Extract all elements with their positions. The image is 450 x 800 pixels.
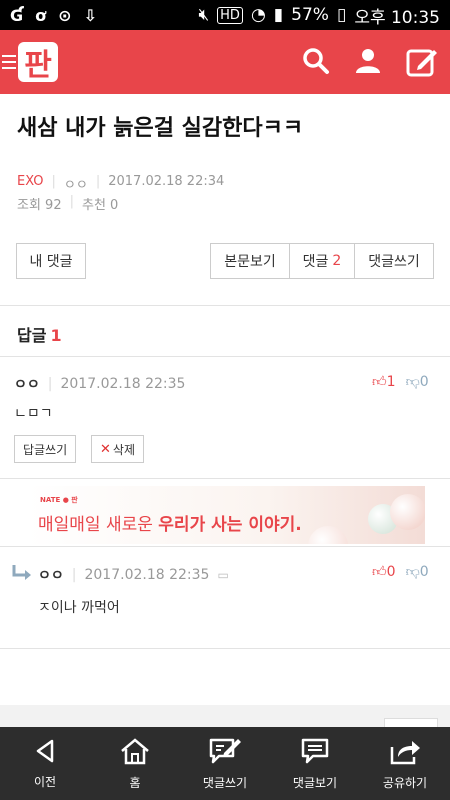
status-bar: Ɠ ơ ⊙ ⇩ 🔇︎ HD ◔ ▮ 57% ▯ 오후 10:35: [0, 0, 450, 30]
battery-icon: ▯: [336, 5, 347, 25]
comment-author: ㅇㅇ: [14, 377, 40, 393]
clock: 오후 10:35: [354, 7, 440, 28]
divider: |: [47, 376, 53, 392]
nav-home[interactable]: 홈: [90, 727, 180, 800]
divider: |: [51, 174, 56, 189]
downvote-button[interactable]: 👎︎0: [406, 373, 429, 390]
divider: |: [95, 174, 101, 189]
ad-tagline-plain: 매일매일 새로운: [38, 515, 159, 535]
write-comment-icon: [208, 737, 242, 768]
replies-header: 답글 1: [17, 322, 62, 346]
edit-icon[interactable]: [406, 47, 438, 77]
comment-meta: ㅇㅇ | 2017.02.18 22:35: [14, 374, 185, 394]
thumbs-down-icon: 👎︎: [405, 374, 420, 390]
nav-share[interactable]: 공유하기: [360, 727, 450, 800]
wifi-icon: ◔: [250, 5, 266, 25]
divider: |: [71, 567, 77, 583]
divider: [0, 546, 450, 547]
notification-icons: Ɠ ơ ⊙ ⇩: [10, 6, 97, 25]
divider: [0, 648, 450, 649]
comments-button[interactable]: 댓글 2: [289, 243, 355, 279]
downvote-count: 0: [419, 564, 429, 580]
ad-brand: NATE ● 판: [40, 496, 78, 504]
comment-votes: 👍︎1 👎︎0: [372, 373, 429, 390]
comment-body: ㅈ이나 까먹어: [38, 600, 120, 616]
comment-author: ㅇㅇ: [38, 568, 64, 584]
download-icon: ⇩: [83, 5, 97, 25]
post-views: 조회 92: [17, 198, 62, 213]
comments-button-label: 댓글: [302, 254, 329, 270]
reply-button[interactable]: 답글쓰기: [14, 435, 77, 463]
nav-back[interactable]: 이전: [0, 727, 90, 800]
hd-badge: HD: [217, 6, 243, 24]
footer-strip: [0, 705, 450, 727]
upvote-count: 0: [386, 564, 396, 580]
write-comment-button[interactable]: 댓글쓰기: [354, 243, 434, 279]
upvote-button[interactable]: 👍︎1: [372, 373, 396, 390]
nav-write-comment-label: 댓글쓰기: [202, 775, 248, 790]
nav-home-label: 홈: [129, 775, 141, 790]
thumbs-up-icon: 👍︎: [372, 564, 387, 580]
my-comments-button[interactable]: 내 댓글: [16, 243, 86, 279]
close-icon: ✕: [100, 441, 111, 457]
divider: [0, 478, 450, 479]
post-meta: EXO | ㅇㅇ | 2017.02.18 22:34: [17, 174, 224, 193]
delete-button[interactable]: ✕ 삭제: [91, 435, 144, 463]
view-comments-icon: [300, 737, 330, 768]
post-stats: 조회 92 | 추천 0: [17, 194, 118, 213]
logo[interactable]: 판: [18, 42, 58, 83]
comments-count: 2: [332, 253, 342, 269]
mute-icon: 🔇︎: [198, 5, 210, 25]
search-icon[interactable]: [302, 47, 330, 77]
balloon-image: [390, 494, 425, 530]
nav-share-label: 공유하기: [382, 775, 428, 790]
back-icon: [32, 738, 58, 767]
signal-icon: ▮: [273, 5, 284, 25]
upvote-count: 1: [386, 374, 396, 390]
comment-votes: 👍︎0 👎︎0: [372, 563, 429, 580]
share-icon: [388, 737, 422, 768]
replies-title: 답글: [17, 326, 47, 345]
delete-button-label: 삭제: [112, 442, 135, 457]
nav-view-comments[interactable]: 댓글보기: [270, 727, 360, 800]
ad-tagline: 매일매일 새로운 우리가 사는 이야기.: [38, 510, 302, 535]
app-bar: 판: [0, 30, 450, 94]
notification-icon: Ɠ: [10, 5, 24, 25]
upvote-button[interactable]: 👍︎0: [372, 563, 396, 580]
ad-tagline-bold: 우리가 사는 이야기.: [158, 515, 302, 535]
bottom-nav: 이전 홈 댓글쓰기 댓글보기 공유하기: [0, 727, 450, 800]
post-date: 2017.02.18 22:34: [108, 174, 225, 189]
thumbs-up-icon: 👍︎: [372, 374, 387, 390]
post-category[interactable]: EXO: [17, 174, 44, 193]
post-author: ㅇㅇ: [63, 178, 88, 193]
lock-icon: ▭: [217, 568, 229, 582]
divider: [0, 356, 450, 357]
notification-icon: ⊙: [58, 5, 72, 25]
nav-back-label: 이전: [33, 774, 57, 789]
battery-percent: 57%: [291, 5, 329, 25]
balloon-image: [308, 526, 348, 544]
nav-write-comment[interactable]: 댓글쓰기: [180, 727, 270, 800]
ad-banner[interactable]: NATE ● 판 매일매일 새로운 우리가 사는 이야기.: [28, 486, 425, 544]
reply-arrow-icon: [12, 565, 34, 585]
home-icon: [119, 737, 151, 768]
user-icon[interactable]: [354, 47, 382, 77]
downvote-button[interactable]: 👎︎0: [406, 563, 429, 580]
comment-date: 2017.02.18 22:35: [60, 376, 186, 392]
comment-meta: ㅇㅇ | 2017.02.18 22:35 ▭: [38, 565, 229, 585]
notification-icon: ơ: [35, 5, 47, 25]
post-title: 새삼 내가 늙은걸 실감한다ㅋㅋ: [17, 116, 304, 141]
divider: |: [69, 194, 74, 209]
replies-count: 1: [50, 326, 62, 345]
nav-view-comments-label: 댓글보기: [292, 775, 338, 790]
downvote-count: 0: [419, 374, 429, 390]
comment-body: ㄴㅁㄱ: [14, 406, 53, 422]
post-recommend: 추천 0: [82, 198, 119, 213]
comment-date: 2017.02.18 22:35: [84, 567, 210, 583]
thumbs-down-icon: 👎︎: [405, 564, 420, 580]
view-post-button[interactable]: 본문보기: [210, 243, 290, 279]
scroll-top-button[interactable]: [384, 718, 438, 727]
menu-icon[interactable]: [2, 55, 16, 69]
divider: [0, 305, 450, 306]
